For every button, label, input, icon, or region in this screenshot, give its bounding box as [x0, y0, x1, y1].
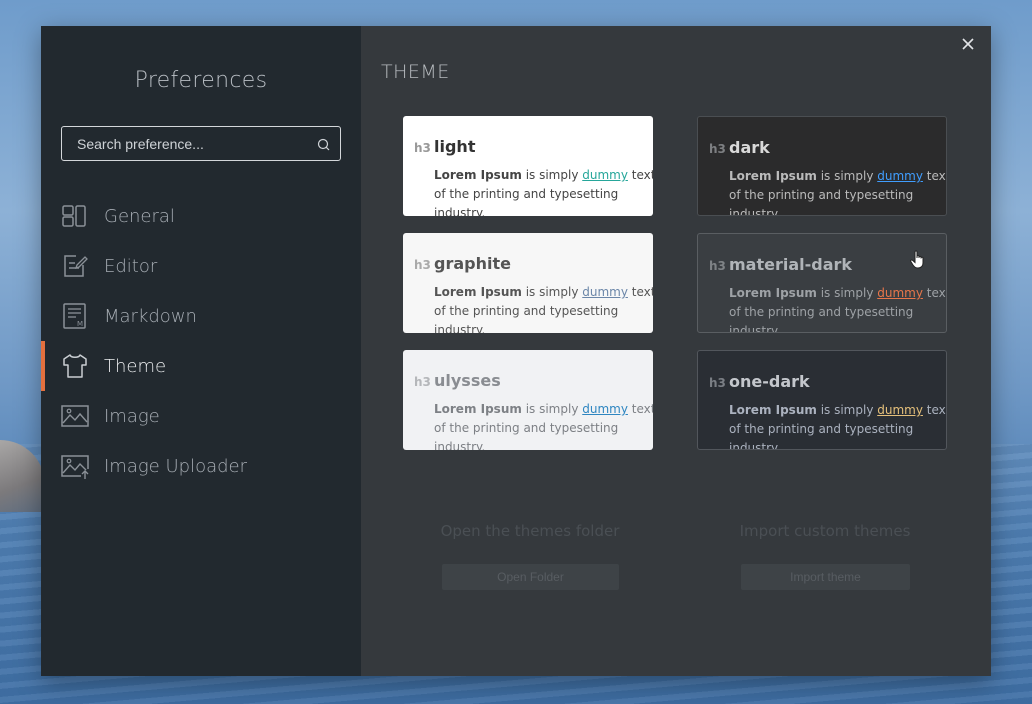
- import-themes-label: Import custom themes: [739, 522, 911, 540]
- sample-link: dummy: [877, 403, 923, 417]
- sample-text: is simply: [521, 168, 583, 182]
- open-folder-button[interactable]: Open Folder: [442, 564, 619, 590]
- sidebar-item-label: General: [104, 205, 175, 227]
- sidebar-title: Preferences: [134, 68, 268, 93]
- theme-card-ulysses[interactable]: h3 ulysses Lorem Ipsum is simply dummy t…: [403, 350, 653, 450]
- search-icon[interactable]: [317, 138, 330, 151]
- theme-name: light: [434, 137, 476, 156]
- close-icon[interactable]: [958, 34, 978, 54]
- sample-link: dummy: [877, 286, 923, 300]
- sample-link: dummy: [582, 402, 628, 416]
- section-title: THEME: [381, 61, 450, 83]
- heading-tag: h3: [709, 376, 726, 390]
- sample-link: dummy: [582, 285, 628, 299]
- sidebar-item-label: Image: [104, 405, 160, 427]
- sidebar-item-image[interactable]: Image: [41, 391, 361, 441]
- sample-text: is simply: [816, 403, 878, 417]
- sidebar-item-image-uploader[interactable]: Image Uploader: [41, 441, 361, 491]
- theme-name: one-dark: [729, 372, 810, 391]
- heading-tag: h3: [709, 259, 726, 273]
- svg-text:M: M: [77, 320, 83, 328]
- hand-cursor-icon: [910, 250, 924, 269]
- sample-text: is simply: [816, 169, 878, 183]
- sidebar-nav: General Editor M Markdown Theme Image Im…: [41, 191, 361, 491]
- heading-tag: h3: [414, 141, 431, 155]
- search-input[interactable]: [62, 127, 310, 160]
- theme-sample-text: Lorem Ipsum is simply dummy text of the …: [434, 166, 653, 216]
- sample-bold: Lorem Ipsum: [434, 402, 522, 416]
- sidebar-item-general[interactable]: General: [41, 191, 361, 241]
- theme-name: graphite: [434, 254, 511, 273]
- sidebar-item-label: Markdown: [104, 305, 197, 327]
- sample-text: is simply: [521, 285, 583, 299]
- sample-link: dummy: [877, 169, 923, 183]
- sidebar-item-label: Image Uploader: [104, 455, 248, 477]
- heading-tag: h3: [414, 258, 431, 272]
- import-theme-button[interactable]: Import theme: [741, 564, 910, 590]
- sample-text: is simply: [521, 402, 583, 416]
- shirt-icon: [63, 354, 87, 378]
- open-folder-label: Open the themes folder: [440, 522, 620, 540]
- theme-card-graphite[interactable]: h3 graphite Lorem Ipsum is simply dummy …: [403, 233, 653, 333]
- search-box: [61, 126, 341, 161]
- sample-bold: Lorem Ipsum: [729, 403, 817, 417]
- heading-tag: h3: [414, 375, 431, 389]
- theme-name: ulysses: [434, 371, 501, 390]
- image-upload-icon: [61, 455, 89, 479]
- sidebar-item-label: Editor: [104, 255, 158, 277]
- theme-sample-text: Lorem Ipsum is simply dummy text of the …: [729, 167, 946, 215]
- sidebar-item-theme[interactable]: Theme: [41, 341, 361, 391]
- theme-card-material-dark[interactable]: h3 material-dark Lorem Ipsum is simply d…: [697, 233, 947, 333]
- theme-sample-text: Lorem Ipsum is simply dummy text of the …: [729, 401, 946, 449]
- heading-tag: h3: [709, 142, 726, 156]
- theme-card-light[interactable]: h3 light Lorem Ipsum is simply dummy tex…: [403, 116, 653, 216]
- sidebar-item-label: Theme: [104, 355, 167, 377]
- sample-bold: Lorem Ipsum: [434, 285, 522, 299]
- image-icon: [61, 405, 89, 427]
- sample-bold: Lorem Ipsum: [729, 286, 817, 300]
- sample-bold: Lorem Ipsum: [729, 169, 817, 183]
- theme-name: material-dark: [729, 255, 853, 274]
- markdown-icon: M: [63, 303, 86, 329]
- sample-bold: Lorem Ipsum: [434, 168, 522, 182]
- sample-link: dummy: [582, 168, 628, 182]
- sidebar-item-markdown[interactable]: M Markdown: [41, 291, 361, 341]
- sidebar-item-editor[interactable]: Editor: [41, 241, 361, 291]
- layout-icon: [62, 205, 86, 227]
- preferences-window: Preferences General: [41, 26, 991, 676]
- theme-sample-text: Lorem Ipsum is simply dummy text of the …: [434, 283, 653, 333]
- edit-icon: [64, 255, 88, 277]
- theme-card-dark[interactable]: h3 dark Lorem Ipsum is simply dummy text…: [697, 116, 947, 216]
- theme-sample-text: Lorem Ipsum is simply dummy text of the …: [434, 400, 653, 450]
- sample-text: is simply: [816, 286, 878, 300]
- sidebar: Preferences General: [41, 26, 361, 676]
- theme-card-one-dark[interactable]: h3 one-dark Lorem Ipsum is simply dummy …: [697, 350, 947, 450]
- theme-sample-text: Lorem Ipsum is simply dummy text of the …: [729, 284, 946, 332]
- theme-name: dark: [729, 138, 770, 157]
